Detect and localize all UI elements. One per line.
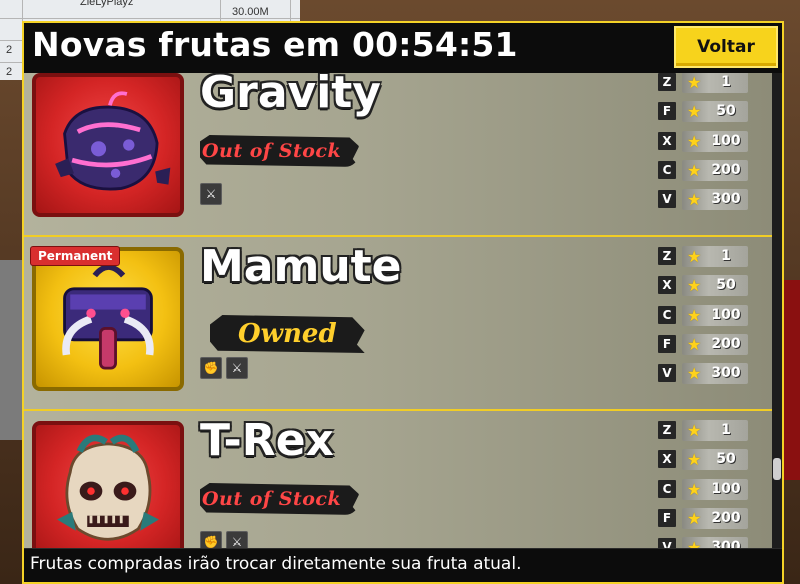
- move-key: F: [658, 334, 676, 353]
- move-key: X: [658, 450, 676, 469]
- restock-timer-title: Novas frutas em 00:54:51: [32, 25, 518, 64]
- owned-status-badge: Owned: [210, 315, 365, 353]
- fruit-row-gravity[interactable]: Gravity Out of Stock ⚔ Z ★ 1 F ★ 50 X ★ 100 C ★…: [24, 73, 772, 237]
- star-icon: ★: [687, 421, 702, 440]
- move-key: F: [658, 508, 676, 527]
- move-level: 50: [716, 103, 736, 120]
- move-entry: F ★ 200: [658, 331, 760, 360]
- star-icon: ★: [687, 131, 702, 151]
- move-entry: X ★ 50: [658, 446, 760, 475]
- fruit-type-icons: ⚔: [200, 183, 222, 205]
- move-key: Z: [658, 73, 676, 91]
- star-icon: ★: [687, 190, 702, 210]
- move-list: Z ★ 1 F ★ 50 X ★ 100 C ★ 200 V ★ 300: [658, 73, 760, 215]
- stock-status-badge: Out of Stock: [200, 135, 360, 167]
- move-key: V: [658, 190, 676, 209]
- star-icon: ★: [687, 160, 702, 180]
- fruit-shop-panel: Novas frutas em 00:54:51 Voltar Gravity: [22, 21, 784, 584]
- background-wall: [0, 260, 22, 440]
- star-icon: ★: [687, 508, 702, 528]
- fruit-row-t-rex[interactable]: T-Rex Out of Stock ✊ ⚔ Z ★ 1 X ★ 50 C ★ 100 F ★…: [24, 409, 772, 553]
- star-icon: ★: [687, 102, 702, 122]
- stock-status-badge: Out of Stock: [200, 483, 360, 515]
- fruit-name: T-Rex: [200, 415, 334, 466]
- move-entry: Z ★ 1: [658, 73, 760, 98]
- move-entry: C ★ 200: [658, 157, 760, 186]
- move-level: 100: [711, 306, 741, 323]
- star-icon: ★: [687, 334, 702, 354]
- t-rex-fruit-icon[interactable]: [32, 421, 184, 553]
- sword-icon: ⚔: [200, 183, 222, 205]
- gravity-fruit-icon[interactable]: [32, 73, 184, 217]
- footer-note: Frutas compradas irão trocar diretamente…: [30, 554, 522, 574]
- permanent-badge: Permanent: [30, 246, 121, 266]
- move-key: C: [658, 160, 676, 179]
- fruit-list-scrollbar[interactable]: [772, 73, 782, 553]
- fist-icon: ✊: [200, 357, 222, 379]
- move-key: Z: [658, 247, 676, 265]
- sheet-cell: 2: [6, 66, 13, 78]
- move-level: 100: [711, 480, 741, 497]
- move-level: 300: [711, 191, 741, 208]
- move-level: 1: [721, 422, 731, 438]
- move-key: X: [658, 131, 676, 150]
- move-entry: V ★ 300: [658, 360, 760, 389]
- move-level: 1: [721, 74, 731, 90]
- panel-header: Novas frutas em 00:54:51 Voltar: [24, 23, 782, 73]
- move-key: F: [658, 102, 676, 121]
- sheet-cell: 30.00M: [232, 6, 269, 18]
- fruit-list[interactable]: Gravity Out of Stock ⚔ Z ★ 1 F ★ 50 X ★ 100 C ★…: [24, 73, 772, 553]
- mamute-fruit-icon[interactable]: [32, 247, 184, 391]
- move-entry: F ★ 50: [658, 98, 760, 127]
- move-level: 100: [711, 132, 741, 149]
- fruit-name: Mamute: [200, 241, 402, 292]
- move-key: C: [658, 479, 676, 498]
- move-key: C: [658, 305, 676, 324]
- move-key: X: [658, 276, 676, 295]
- sheet-cell: 2: [6, 44, 13, 56]
- move-entry: V ★ 300: [658, 186, 760, 215]
- move-level: 200: [711, 161, 741, 178]
- fruit-name: Gravity: [200, 73, 381, 118]
- sword-icon: ⚔: [226, 357, 248, 379]
- move-entry: Z ★ 1: [658, 243, 760, 272]
- fruit-type-icons: ✊ ⚔: [200, 357, 248, 379]
- fruit-row-mamute[interactable]: Permanent Mamute Owned ✊ ⚔ Z ★ 1 X ★ 50 C ★ 10…: [24, 235, 772, 411]
- move-level: 200: [711, 509, 741, 526]
- panel-footer: Frutas compradas irão trocar diretamente…: [24, 548, 782, 582]
- star-icon: ★: [687, 305, 702, 325]
- star-icon: ★: [687, 276, 702, 296]
- move-entry: X ★ 100: [658, 128, 760, 157]
- move-level: 300: [711, 365, 741, 382]
- move-entry: Z ★ 1: [658, 417, 760, 446]
- move-level: 50: [716, 277, 736, 294]
- move-list: Z ★ 1 X ★ 50 C ★ 100 F ★ 200 V ★ 300: [658, 243, 760, 389]
- star-icon: ★: [687, 73, 702, 92]
- move-key: V: [658, 364, 676, 383]
- star-icon: ★: [687, 364, 702, 384]
- move-key: Z: [658, 421, 676, 439]
- back-button[interactable]: Voltar: [674, 26, 778, 68]
- move-list: Z ★ 1 X ★ 50 C ★ 100 F ★ 200 V ★ 300: [658, 417, 760, 553]
- star-icon: ★: [687, 247, 702, 266]
- scrollbar-thumb[interactable]: [773, 458, 781, 480]
- move-level: 50: [716, 451, 736, 468]
- move-entry: C ★ 100: [658, 302, 760, 331]
- star-icon: ★: [687, 450, 702, 470]
- star-icon: ★: [687, 479, 702, 499]
- move-entry: X ★ 50: [658, 272, 760, 301]
- move-level: 200: [711, 335, 741, 352]
- move-entry: F ★ 200: [658, 505, 760, 534]
- background-curtain: [782, 280, 800, 480]
- sheet-cell: ZieLyPlayz: [80, 0, 134, 8]
- move-level: 1: [721, 248, 731, 264]
- move-entry: C ★ 100: [658, 476, 760, 505]
